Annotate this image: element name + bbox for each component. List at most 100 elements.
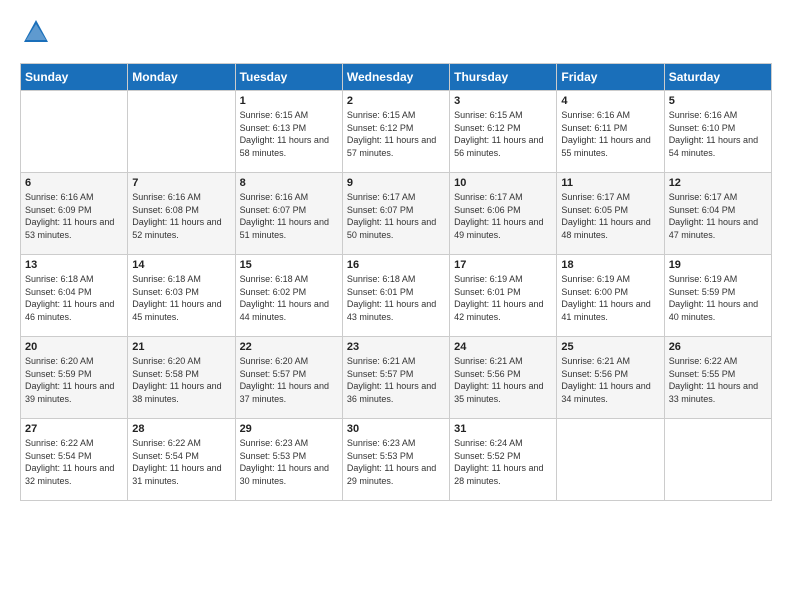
day-cell: 2 Sunrise: 6:15 AMSunset: 6:12 PMDaylight… (342, 91, 449, 173)
day-info: Sunrise: 6:16 AMSunset: 6:10 PMDaylight:… (669, 109, 767, 159)
day-info: Sunrise: 6:22 AMSunset: 5:54 PMDaylight:… (25, 437, 123, 487)
day-number: 4 (561, 95, 659, 107)
day-info: Sunrise: 6:15 AMSunset: 6:12 PMDaylight:… (454, 109, 552, 159)
day-info: Sunrise: 6:21 AMSunset: 5:57 PMDaylight:… (347, 355, 445, 405)
day-number: 17 (454, 259, 552, 271)
day-info: Sunrise: 6:23 AMSunset: 5:53 PMDaylight:… (240, 437, 338, 487)
day-cell: 18Sunrise: 6:19 AMSunset: 6:00 PMDayligh… (557, 255, 664, 337)
day-number: 7 (132, 177, 230, 189)
day-info: Sunrise: 6:18 AMSunset: 6:01 PMDaylight:… (347, 273, 445, 323)
header-day-tuesday: Tuesday (235, 64, 342, 91)
day-info: Sunrise: 6:22 AMSunset: 5:54 PMDaylight:… (132, 437, 230, 487)
day-cell (664, 419, 771, 501)
day-info: Sunrise: 6:18 AMSunset: 6:04 PMDaylight:… (25, 273, 123, 323)
day-number: 20 (25, 341, 123, 353)
day-info: Sunrise: 6:16 AMSunset: 6:11 PMDaylight:… (561, 109, 659, 159)
day-number: 19 (669, 259, 767, 271)
day-cell: 7 Sunrise: 6:16 AMSunset: 6:08 PMDaylight… (128, 173, 235, 255)
day-info: Sunrise: 6:16 AMSunset: 6:09 PMDaylight:… (25, 191, 123, 241)
day-number: 30 (347, 423, 445, 435)
day-number: 9 (347, 177, 445, 189)
day-number: 26 (669, 341, 767, 353)
day-cell: 31Sunrise: 6:24 AMSunset: 5:52 PMDayligh… (450, 419, 557, 501)
day-number: 31 (454, 423, 552, 435)
day-info: Sunrise: 6:16 AMSunset: 6:07 PMDaylight:… (240, 191, 338, 241)
day-cell: 30 Sunrise: 6:23 AMSunset: 5:53 PMDayligh… (342, 419, 449, 501)
day-info: Sunrise: 6:17 AMSunset: 6:05 PMDaylight:… (561, 191, 659, 241)
day-number: 22 (240, 341, 338, 353)
day-number: 27 (25, 423, 123, 435)
day-cell: 8 Sunrise: 6:16 AMSunset: 6:07 PMDaylight… (235, 173, 342, 255)
week-row-1: 1 Sunrise: 6:15 AMSunset: 6:13 PMDaylight… (21, 91, 772, 173)
day-cell: 1 Sunrise: 6:15 AMSunset: 6:13 PMDaylight… (235, 91, 342, 173)
day-info: Sunrise: 6:17 AMSunset: 6:06 PMDaylight:… (454, 191, 552, 241)
day-cell: 28 Sunrise: 6:22 AMSunset: 5:54 PMDayligh… (128, 419, 235, 501)
day-cell (557, 419, 664, 501)
day-info: Sunrise: 6:15 AMSunset: 6:13 PMDaylight:… (240, 109, 338, 159)
day-number: 28 (132, 423, 230, 435)
header-day-sunday: Sunday (21, 64, 128, 91)
day-cell: 4 Sunrise: 6:16 AMSunset: 6:11 PMDaylight… (557, 91, 664, 173)
day-number: 6 (25, 177, 123, 189)
day-number: 29 (240, 423, 338, 435)
day-info: Sunrise: 6:19 AMSunset: 6:01 PMDaylight:… (454, 273, 552, 323)
day-info: Sunrise: 6:18 AMSunset: 6:02 PMDaylight:… (240, 273, 338, 323)
header-row: SundayMondayTuesdayWednesdayThursdayFrid… (21, 64, 772, 91)
day-info: Sunrise: 6:21 AMSunset: 5:56 PMDaylight:… (454, 355, 552, 405)
day-cell: 22 Sunrise: 6:20 AMSunset: 5:57 PMDayligh… (235, 337, 342, 419)
day-info: Sunrise: 6:20 AMSunset: 5:59 PMDaylight:… (25, 355, 123, 405)
day-cell: 17 Sunrise: 6:19 AMSunset: 6:01 PMDayligh… (450, 255, 557, 337)
day-cell: 25Sunrise: 6:21 AMSunset: 5:56 PMDayligh… (557, 337, 664, 419)
calendar-body: 1 Sunrise: 6:15 AMSunset: 6:13 PMDaylight… (21, 91, 772, 501)
header-day-friday: Friday (557, 64, 664, 91)
logo-text (20, 18, 50, 51)
day-cell: 3 Sunrise: 6:15 AMSunset: 6:12 PMDaylight… (450, 91, 557, 173)
day-number: 16 (347, 259, 445, 271)
day-number: 15 (240, 259, 338, 271)
day-number: 23 (347, 341, 445, 353)
day-info: Sunrise: 6:17 AMSunset: 6:07 PMDaylight:… (347, 191, 445, 241)
header-day-thursday: Thursday (450, 64, 557, 91)
day-info: Sunrise: 6:16 AMSunset: 6:08 PMDaylight:… (132, 191, 230, 241)
header-day-saturday: Saturday (664, 64, 771, 91)
day-cell: 20 Sunrise: 6:20 AMSunset: 5:59 PMDayligh… (21, 337, 128, 419)
day-number: 12 (669, 177, 767, 189)
day-info: Sunrise: 6:20 AMSunset: 5:57 PMDaylight:… (240, 355, 338, 405)
calendar-header: SundayMondayTuesdayWednesdayThursdayFrid… (21, 64, 772, 91)
calendar-table: SundayMondayTuesdayWednesdayThursdayFrid… (20, 63, 772, 501)
day-cell: 26Sunrise: 6:22 AMSunset: 5:55 PMDayligh… (664, 337, 771, 419)
day-cell: 27 Sunrise: 6:22 AMSunset: 5:54 PMDayligh… (21, 419, 128, 501)
day-number: 3 (454, 95, 552, 107)
day-info: Sunrise: 6:20 AMSunset: 5:58 PMDaylight:… (132, 355, 230, 405)
day-number: 8 (240, 177, 338, 189)
header-day-monday: Monday (128, 64, 235, 91)
day-cell: 14 Sunrise: 6:18 AMSunset: 6:03 PMDayligh… (128, 255, 235, 337)
day-number: 14 (132, 259, 230, 271)
week-row-4: 20 Sunrise: 6:20 AMSunset: 5:59 PMDayligh… (21, 337, 772, 419)
day-number: 5 (669, 95, 767, 107)
day-cell (128, 91, 235, 173)
day-cell: 6 Sunrise: 6:16 AMSunset: 6:09 PMDaylight… (21, 173, 128, 255)
day-cell: 23 Sunrise: 6:21 AMSunset: 5:57 PMDayligh… (342, 337, 449, 419)
day-cell: 16 Sunrise: 6:18 AMSunset: 6:01 PMDayligh… (342, 255, 449, 337)
day-cell: 21 Sunrise: 6:20 AMSunset: 5:58 PMDayligh… (128, 337, 235, 419)
day-number: 24 (454, 341, 552, 353)
page-container: SundayMondayTuesdayWednesdayThursdayFrid… (0, 0, 792, 511)
day-number: 1 (240, 95, 338, 107)
day-cell: 9 Sunrise: 6:17 AMSunset: 6:07 PMDaylight… (342, 173, 449, 255)
day-cell: 10Sunrise: 6:17 AMSunset: 6:06 PMDayligh… (450, 173, 557, 255)
day-cell: 29 Sunrise: 6:23 AMSunset: 5:53 PMDayligh… (235, 419, 342, 501)
day-cell: 13Sunrise: 6:18 AMSunset: 6:04 PMDayligh… (21, 255, 128, 337)
header-day-wednesday: Wednesday (342, 64, 449, 91)
day-number: 18 (561, 259, 659, 271)
day-number: 21 (132, 341, 230, 353)
day-number: 2 (347, 95, 445, 107)
day-info: Sunrise: 6:15 AMSunset: 6:12 PMDaylight:… (347, 109, 445, 159)
day-info: Sunrise: 6:18 AMSunset: 6:03 PMDaylight:… (132, 273, 230, 323)
day-cell: 5 Sunrise: 6:16 AMSunset: 6:10 PMDaylight… (664, 91, 771, 173)
day-info: Sunrise: 6:21 AMSunset: 5:56 PMDaylight:… (561, 355, 659, 405)
day-info: Sunrise: 6:17 AMSunset: 6:04 PMDaylight:… (669, 191, 767, 241)
day-cell: 24 Sunrise: 6:21 AMSunset: 5:56 PMDayligh… (450, 337, 557, 419)
logo (20, 18, 50, 51)
day-info: Sunrise: 6:23 AMSunset: 5:53 PMDaylight:… (347, 437, 445, 487)
